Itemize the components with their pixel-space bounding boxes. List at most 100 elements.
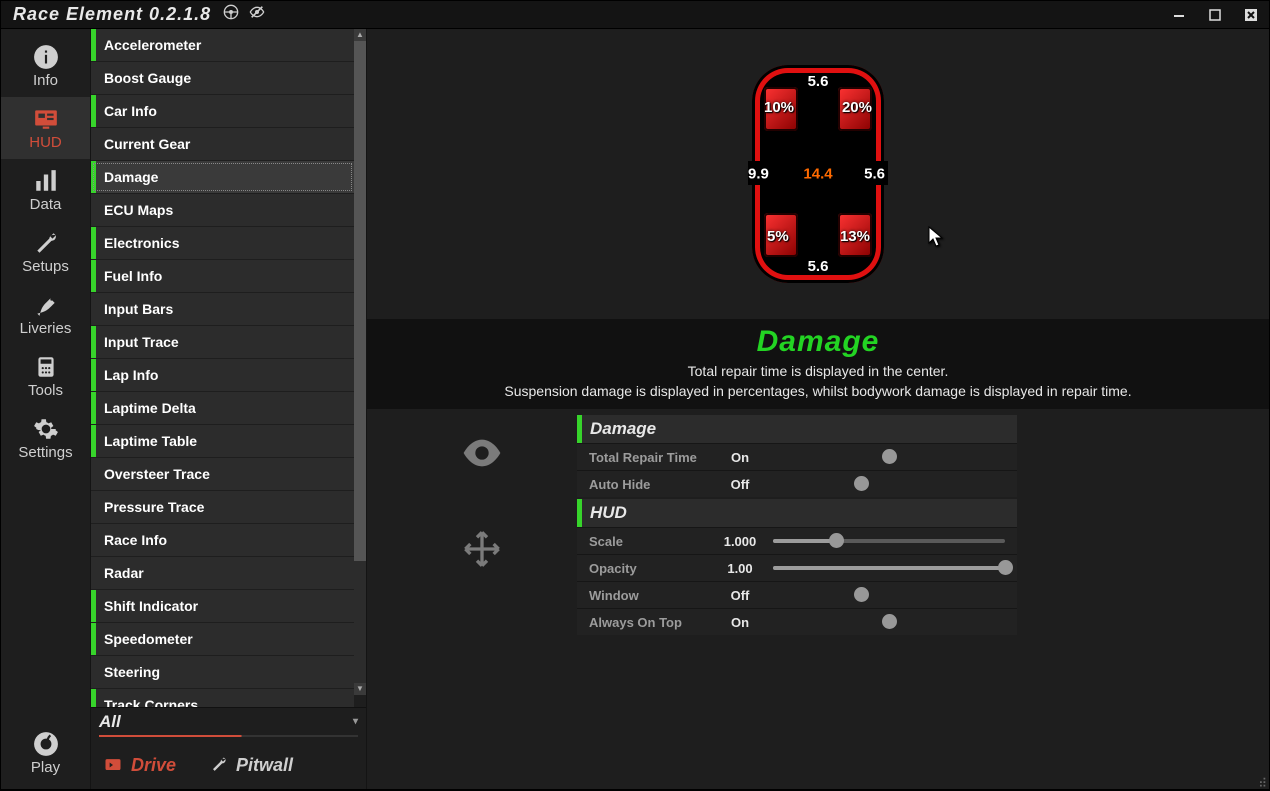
hud-item-label: Accelerometer — [104, 37, 201, 53]
enabled-marker — [91, 524, 96, 556]
enabled-marker — [91, 29, 96, 61]
hud-item-label: Lap Info — [104, 367, 158, 383]
hud-item[interactable]: Input Trace — [91, 326, 354, 358]
steering-wheel-icon — [223, 4, 239, 25]
mode-label: Drive — [131, 755, 176, 776]
mode-pitwall[interactable]: Pitwall — [208, 755, 293, 776]
hud-item[interactable]: Laptime Table — [91, 425, 354, 457]
hud-item-label: Input Trace — [104, 334, 179, 350]
maximize-button[interactable] — [1197, 1, 1233, 29]
hud-item-label: Shift Indicator — [104, 598, 198, 614]
damage-left: 9.9 — [748, 166, 769, 183]
prop-row: WindowOff — [577, 581, 1017, 608]
mode-label: Pitwall — [236, 755, 293, 776]
enabled-marker — [91, 359, 96, 391]
prop-group-header: HUD — [577, 499, 1017, 527]
hud-item-label: Electronics — [104, 235, 179, 251]
hud-item[interactable]: Steering — [91, 656, 354, 688]
prop-group-header: Damage — [577, 415, 1017, 443]
scroll-down-button[interactable]: ▼ — [354, 683, 366, 695]
hud-item[interactable]: Speedometer — [91, 623, 354, 655]
hud-item[interactable]: Race Info — [91, 524, 354, 556]
prop-value: On — [707, 615, 773, 630]
nav-hud[interactable]: HUD — [1, 97, 90, 159]
prop-toggle[interactable] — [773, 593, 1017, 597]
minimize-button[interactable] — [1161, 1, 1197, 29]
enabled-marker — [91, 62, 96, 94]
scrollbar[interactable]: ▲ ▼ — [354, 29, 366, 695]
nav-label: Play — [31, 759, 60, 776]
hud-item[interactable]: Lap Info — [91, 359, 354, 391]
chevron-down-icon: ▾ — [353, 716, 358, 727]
eye-off-icon — [249, 4, 265, 25]
hud-item[interactable]: Pressure Trace — [91, 491, 354, 523]
hud-item[interactable]: Boost Gauge — [91, 62, 354, 94]
nav-label: Liveries — [20, 320, 72, 337]
hud-item-label: Oversteer Trace — [104, 466, 210, 482]
prop-toggle[interactable] — [773, 482, 1017, 486]
scroll-up-button[interactable]: ▲ — [354, 29, 366, 41]
hud-item[interactable]: Shift Indicator — [91, 590, 354, 622]
prop-slider[interactable] — [773, 539, 1017, 543]
enabled-marker — [91, 227, 96, 259]
move-button[interactable] — [454, 521, 510, 577]
prop-toggle[interactable] — [773, 455, 1017, 459]
prop-row: Scale1.000 — [577, 527, 1017, 554]
hud-item[interactable]: Oversteer Trace — [91, 458, 354, 490]
nav-settings[interactable]: Settings — [1, 407, 90, 469]
hud-item-label: Car Info — [104, 103, 157, 119]
filter-dropdown[interactable]: All ▾ — [91, 707, 366, 735]
visibility-toggle-button[interactable] — [454, 425, 510, 481]
app-title: Race Element 0.2.1.8 — [13, 4, 211, 25]
close-button[interactable] — [1233, 1, 1269, 29]
hud-item[interactable]: Damage — [91, 161, 354, 193]
hud-item-label: Laptime Delta — [104, 400, 196, 416]
prop-row: Always On TopOn — [577, 608, 1017, 635]
hud-item-label: Damage — [104, 169, 158, 185]
mode-drive[interactable]: Drive — [103, 755, 176, 776]
enabled-marker — [91, 95, 96, 127]
overlay-title-band: Damage Total repair time is displayed in… — [367, 319, 1269, 409]
nav-info[interactable]: Info — [1, 35, 90, 97]
nav-tools[interactable]: Tools — [1, 345, 90, 407]
prop-value: On — [707, 450, 773, 465]
enabled-marker — [91, 656, 96, 688]
enabled-marker — [91, 590, 96, 622]
prop-name: Auto Hide — [577, 477, 707, 492]
prop-toggle[interactable] — [773, 620, 1017, 624]
nav-setups[interactable]: Setups — [1, 221, 90, 283]
hud-item[interactable]: Electronics — [91, 227, 354, 259]
overlay-desc-2: Suspension damage is displayed in percen… — [367, 383, 1269, 399]
overlay-title: Damage — [367, 325, 1269, 359]
hud-item-label: Race Info — [104, 532, 167, 548]
nav-play[interactable]: Play — [1, 723, 90, 783]
enabled-marker — [91, 194, 96, 226]
hud-item[interactable]: ECU Maps — [91, 194, 354, 226]
hud-item[interactable]: Radar — [91, 557, 354, 589]
hud-item[interactable]: Car Info — [91, 95, 354, 127]
title-bar[interactable]: Race Element 0.2.1.8 — [1, 1, 1269, 29]
scroll-thumb[interactable] — [354, 41, 366, 561]
damage-center: 14.4 — [803, 166, 832, 183]
enabled-marker — [91, 293, 96, 325]
hud-item[interactable]: Input Bars — [91, 293, 354, 325]
hud-item[interactable]: Current Gear — [91, 128, 354, 160]
enabled-marker — [91, 425, 96, 457]
enabled-marker — [91, 458, 96, 490]
hud-item[interactable]: Fuel Info — [91, 260, 354, 292]
nav-label: Tools — [28, 382, 63, 399]
nav-liveries[interactable]: Liveries — [1, 283, 90, 345]
enabled-marker — [91, 161, 96, 193]
hud-item[interactable]: Track Corners — [91, 689, 354, 707]
hud-item-label: Input Bars — [104, 301, 173, 317]
hud-list[interactable]: Accelerometer Boost Gauge Car Info Current … — [91, 29, 354, 707]
prop-name: Opacity — [577, 561, 707, 576]
nav-data[interactable]: Data — [1, 159, 90, 221]
enabled-marker — [91, 689, 96, 707]
resize-grip-icon[interactable]: ⣴ — [1258, 773, 1267, 787]
hud-item[interactable]: Accelerometer — [91, 29, 354, 61]
prop-slider[interactable] — [773, 566, 1017, 570]
hud-item[interactable]: Laptime Delta — [91, 392, 354, 424]
enabled-marker — [91, 557, 96, 589]
prop-value: 1.00 — [707, 561, 773, 576]
